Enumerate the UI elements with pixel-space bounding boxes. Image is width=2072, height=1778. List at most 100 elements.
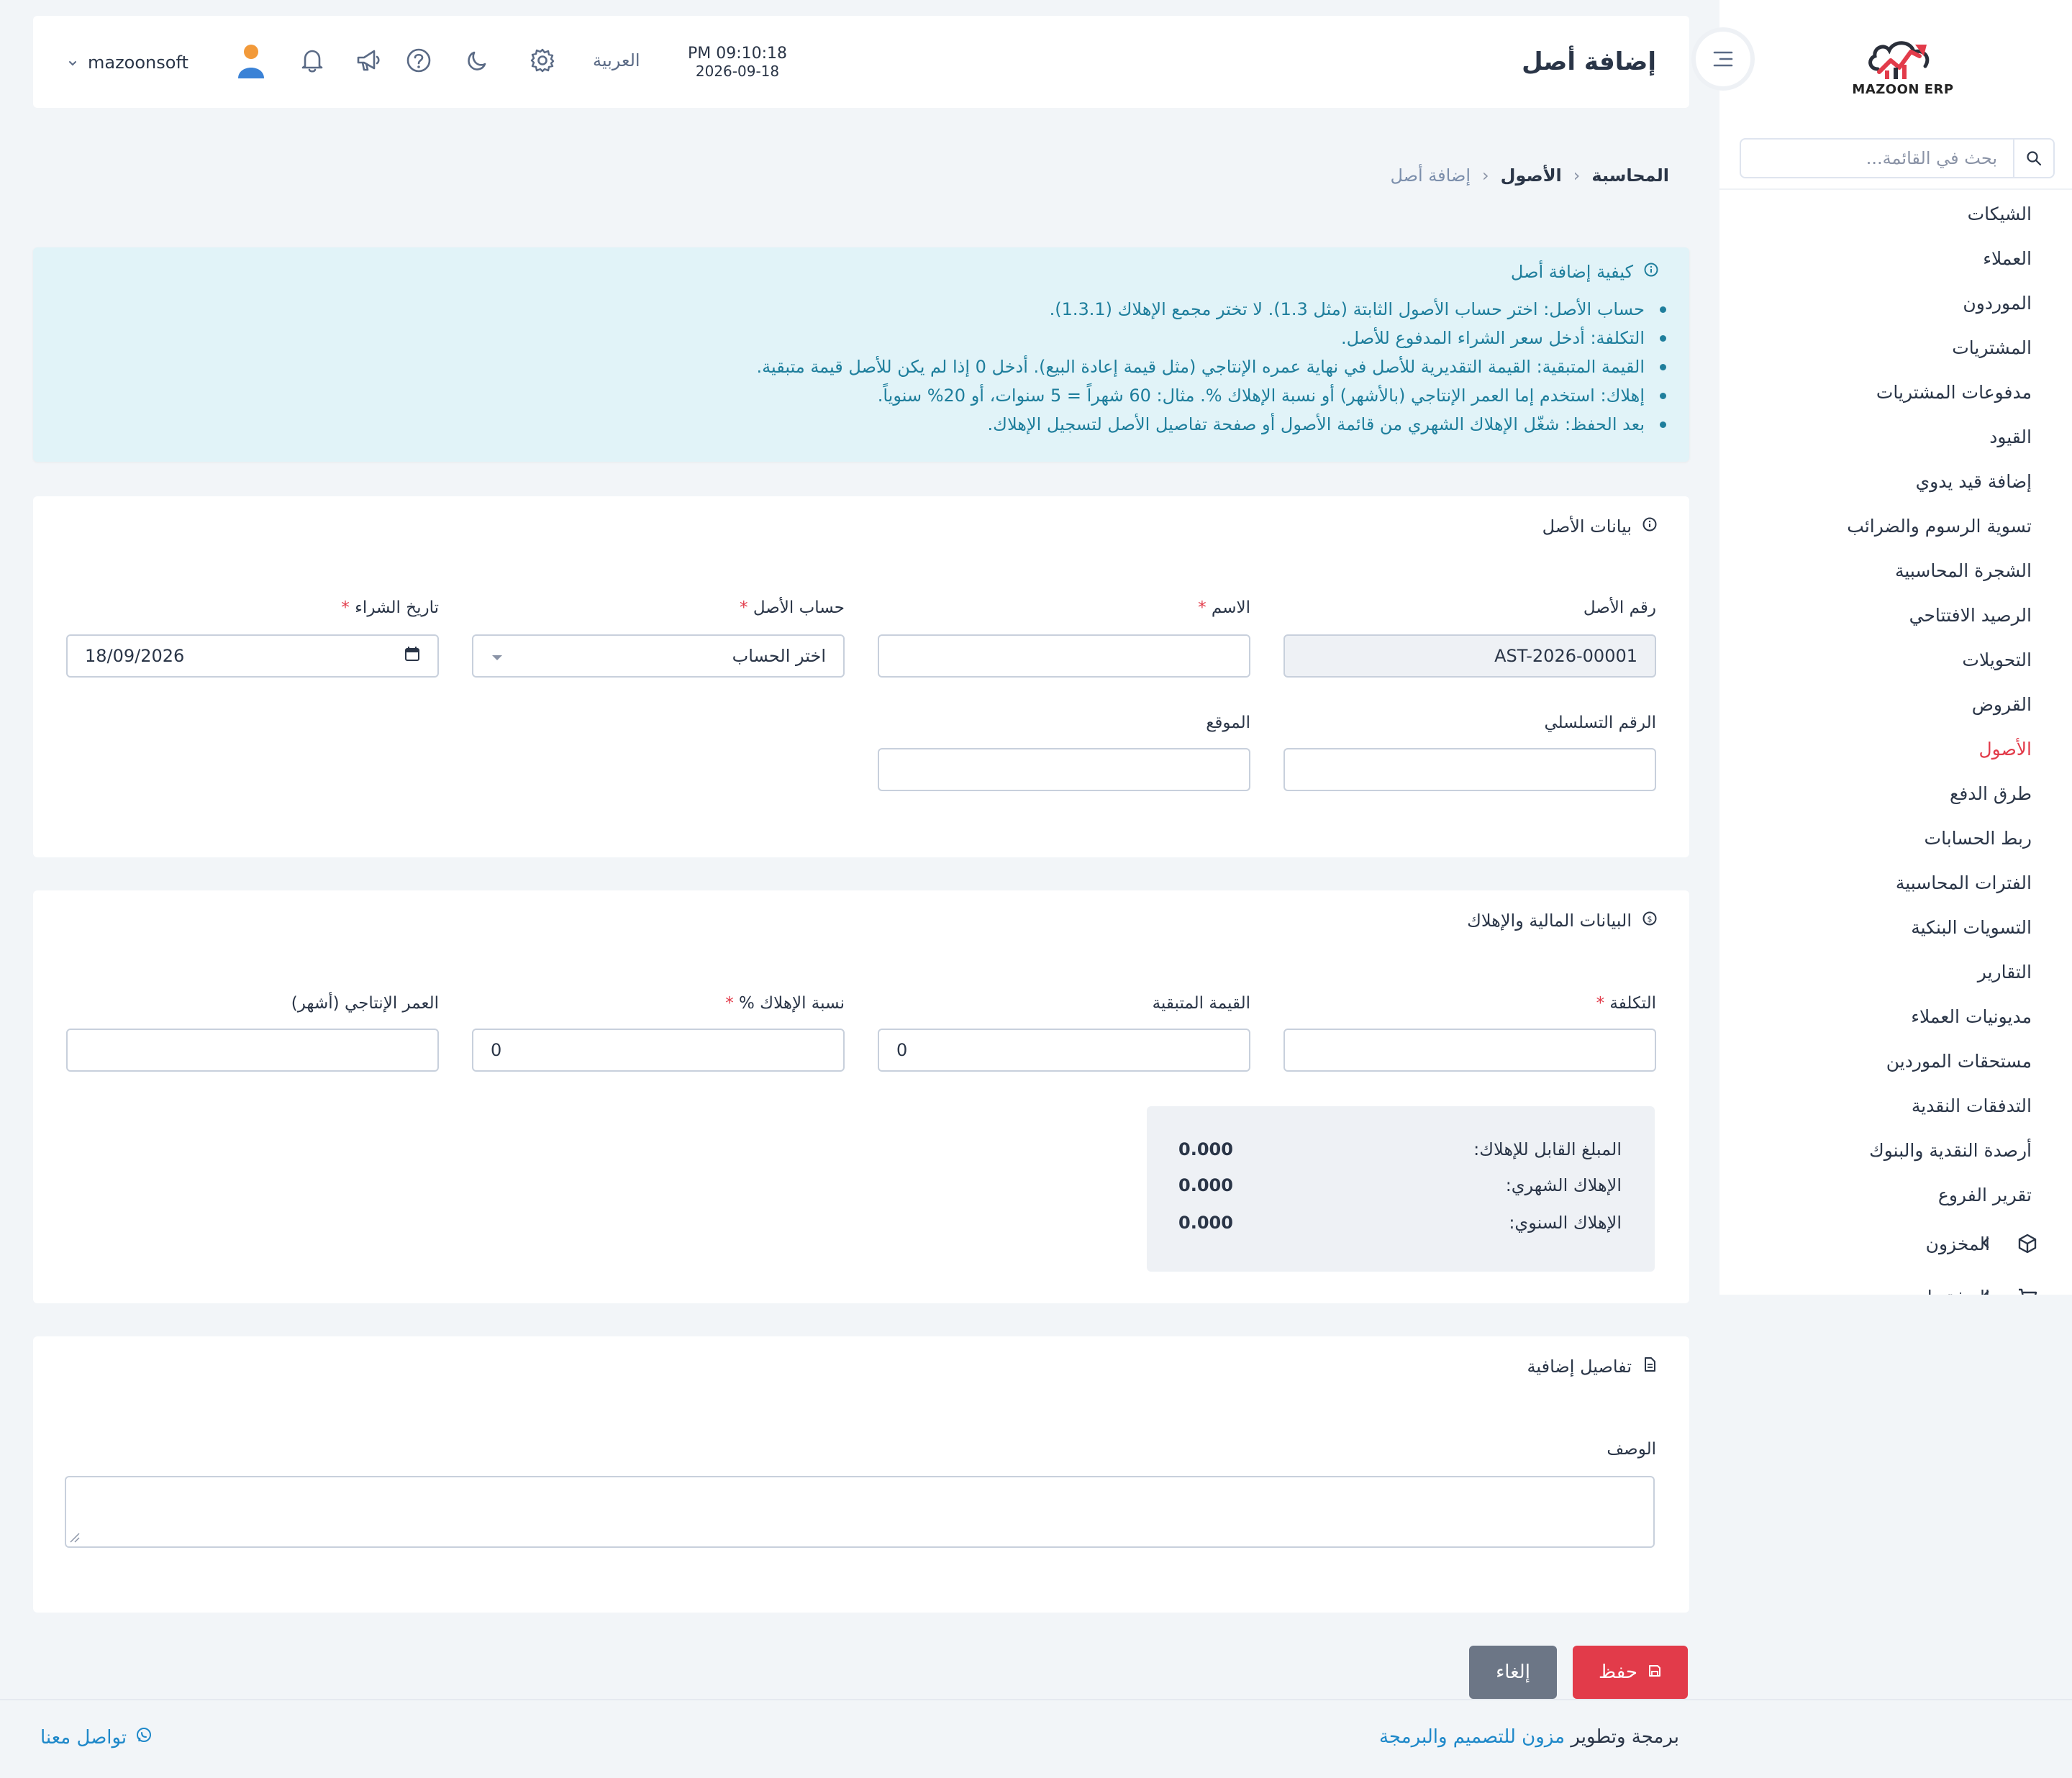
save-label: حفظ: [1599, 1661, 1637, 1683]
document-icon: [1642, 1357, 1658, 1377]
sidebar-menu: الشيكات العملاء الموردون المشتريات مدفوع…: [1719, 191, 2072, 1295]
moon-icon[interactable]: [462, 45, 494, 76]
sidebar-item-entries[interactable]: القيود: [1719, 414, 2072, 459]
sidebar: MAZOON ERP بحث في القائمة... الشيكات الع…: [1719, 0, 2072, 1295]
search-icon[interactable]: [2013, 140, 2053, 177]
summary-row: المبلغ القابل للإهلاك: 0.000: [1178, 1139, 1622, 1159]
sidebar-group-purchases[interactable]: المشتريات: [1719, 1270, 2072, 1295]
clock-time: PM 09:10:18: [687, 45, 788, 63]
card-title: بيانات الأصل: [1542, 516, 1632, 537]
sidebar-item-purchases[interactable]: المشتريات: [1719, 325, 2072, 370]
sidebar-item-manual-entry[interactable]: إضافة قيد يدوي: [1719, 459, 2072, 503]
user-menu[interactable]: mazoonsoft: [68, 45, 268, 79]
info-icon: [1642, 516, 1658, 537]
breadcrumb-item-accounting[interactable]: المحاسبة: [1591, 165, 1669, 186]
clock: PM 09:10:18 2026-09-18: [683, 45, 791, 79]
serial-label: الرقم التسلسلي: [1544, 714, 1656, 732]
breadcrumb: المحاسبة ‹ الأصول ‹ إضافة أصل: [1390, 165, 1669, 186]
credit-prefix: برمجة وتطوير: [1571, 1726, 1679, 1748]
sidebar-group-inventory[interactable]: المخزون: [1719, 1217, 2072, 1270]
sidebar-item-customers[interactable]: العملاء: [1719, 236, 2072, 281]
sidebar-item-transfers[interactable]: التحويلات: [1719, 637, 2072, 682]
cost-field[interactable]: [1283, 1029, 1656, 1072]
info-item: حساب الأصل: اختر حساب الأصول الثابتة (مث…: [756, 295, 1666, 324]
credit-link[interactable]: مزون للتصميم والبرمجة: [1379, 1726, 1565, 1748]
depreciation-summary: المبلغ القابل للإهلاك: 0.000 الإهلاك الش…: [1147, 1106, 1655, 1272]
sidebar-item-loans[interactable]: القروض: [1719, 682, 2072, 726]
sidebar-item-purchase-payments[interactable]: مدفوعات المشتريات: [1719, 370, 2072, 414]
sidebar-item-chart-of-accounts[interactable]: الشجرة المحاسبية: [1719, 548, 2072, 593]
contact-link[interactable]: تواصل معنا: [40, 1726, 153, 1749]
asset-account-select[interactable]: اختر الحساب: [472, 634, 845, 678]
sidebar-item-suppliers[interactable]: الموردون: [1719, 281, 2072, 325]
asset-no-field[interactable]: AST-2026-00001: [1283, 634, 1656, 678]
footer-credit: برمجة وتطوير مزون للتصميم والبرمجة: [1379, 1726, 1679, 1748]
page-title: إضافة أصل: [1522, 47, 1656, 76]
sidebar-item-fees-taxes[interactable]: تسوية الرسوم والضرائب: [1719, 503, 2072, 548]
location-label: الموقع: [1206, 714, 1250, 732]
sidebar-search[interactable]: بحث في القائمة...: [1740, 138, 2055, 178]
chevron-left-icon: [1978, 1234, 1993, 1254]
sidebar-item-bank-reconciliation[interactable]: التسويات البنكية: [1719, 905, 2072, 949]
language-switch[interactable]: العربية: [593, 50, 640, 70]
bell-icon[interactable]: [296, 45, 328, 76]
info-item: القيمة المتبقية: القيمة التقديرية للأصل …: [756, 352, 1666, 381]
extra-details-card: تفاصيل إضافية: [33, 1336, 1689, 1613]
save-button[interactable]: حفظ: [1573, 1646, 1688, 1699]
sidebar-toggle-button[interactable]: [1696, 32, 1750, 86]
search-input[interactable]: بحث في القائمة...: [1866, 148, 2013, 168]
depreciation-rate-field[interactable]: 0: [472, 1029, 845, 1072]
chevron-left-icon: [1978, 1287, 1993, 1295]
cost-label: التكلفة *: [1596, 994, 1656, 1013]
coin-icon: $: [1642, 911, 1658, 931]
purchase-date-field[interactable]: 18/09/2026: [66, 634, 439, 678]
divider: [1719, 188, 2072, 190]
serial-field[interactable]: [1283, 748, 1656, 791]
brand-logo[interactable]: MAZOON ERP: [1842, 35, 1964, 97]
sidebar-item-reports[interactable]: التقارير: [1719, 949, 2072, 994]
cancel-button[interactable]: إلغاء: [1469, 1646, 1557, 1699]
summary-value: 0.000: [1178, 1213, 1233, 1233]
sidebar-item-cash-bank-balances[interactable]: أرصدة النقدية والبنوك: [1719, 1128, 2072, 1172]
name-label: الاسم *: [1198, 598, 1250, 617]
name-field[interactable]: [878, 634, 1250, 678]
info-item: التكلفة: أدخل سعر الشراء المدفوع للأصل.: [756, 324, 1666, 352]
megaphone-icon[interactable]: [353, 45, 384, 76]
sidebar-item-assets[interactable]: الأصول: [1719, 726, 2072, 771]
svg-text:$: $: [1648, 915, 1653, 924]
gear-icon[interactable]: [527, 45, 558, 76]
sidebar-item-branch-report[interactable]: تقرير الفروع: [1719, 1172, 2072, 1217]
info-list: حساب الأصل: اختر حساب الأصول الثابتة (مث…: [756, 295, 1666, 439]
asset-no-label: رقم الأصل: [1583, 598, 1656, 617]
sidebar-item-payment-methods[interactable]: طرق الدفع: [1719, 771, 2072, 816]
residual-field[interactable]: 0: [878, 1029, 1250, 1072]
sidebar-item-opening-balance[interactable]: الرصيد الافتتاحي: [1719, 593, 2072, 637]
sidebar-item-supplier-dues[interactable]: مستحقات الموردين: [1719, 1039, 2072, 1083]
info-item: إهلاك: استخدم إما العمر الإنتاجي (بالأشه…: [756, 381, 1666, 410]
sidebar-item-cheques[interactable]: الشيكات: [1719, 191, 2072, 236]
username: mazoonsoft: [88, 53, 188, 73]
sidebar-item-fiscal-periods[interactable]: الفترات المحاسبية: [1719, 860, 2072, 905]
breadcrumb-item-assets[interactable]: الأصول: [1501, 165, 1562, 186]
chevron-left-icon: ‹: [1573, 165, 1581, 186]
logo-icon: [1868, 41, 1930, 79]
summary-row: الإهلاك الشهري: 0.000: [1178, 1175, 1622, 1195]
card-title: البيانات المالية والإهلاك: [1467, 911, 1632, 931]
card-header: $ البيانات المالية والإهلاك: [1467, 911, 1658, 931]
card-title: تفاصيل إضافية: [1527, 1357, 1632, 1377]
description-textarea[interactable]: [65, 1476, 1655, 1548]
calendar-icon[interactable]: [404, 646, 420, 666]
card-header: بيانات الأصل: [1542, 516, 1658, 537]
depreciation-rate-label: نسبة الإهلاك % *: [725, 994, 845, 1013]
useful-life-field[interactable]: [66, 1029, 439, 1072]
cart-icon: [2014, 1286, 2040, 1295]
help-icon[interactable]: [403, 45, 435, 76]
sidebar-item-customer-debts[interactable]: مديونيات العملاء: [1719, 994, 2072, 1039]
resize-handle-icon[interactable]: [69, 1532, 81, 1544]
breadcrumb-item-current: إضافة أصل: [1390, 165, 1471, 186]
location-field[interactable]: [878, 748, 1250, 791]
summary-label: المبلغ القابل للإهلاك:: [1473, 1139, 1622, 1159]
sidebar-item-account-linking[interactable]: ربط الحسابات: [1719, 816, 2072, 860]
sidebar-item-cash-flows[interactable]: التدفقات النقدية: [1719, 1083, 2072, 1128]
info-item: بعد الحفظ: شغّل الإهلاك الشهري من قائمة …: [756, 410, 1666, 439]
